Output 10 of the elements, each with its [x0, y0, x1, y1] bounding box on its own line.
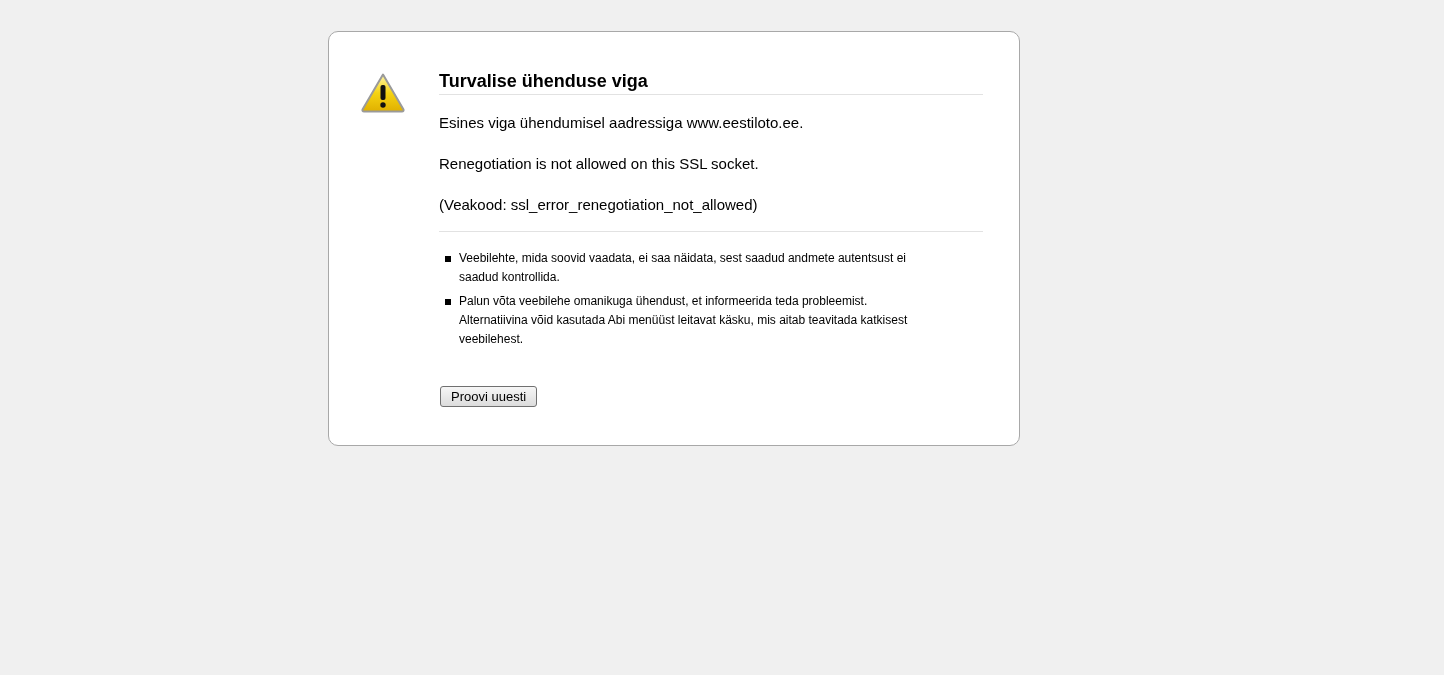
detail-text: Veebilehte, mida soovid vaadata, ei saa näidata, sest saadud andmete autentsust ei saadud kontrollida.	[459, 250, 907, 286]
bullet-icon	[445, 299, 451, 305]
bullet-icon	[445, 256, 451, 262]
warning-icon	[361, 73, 405, 113]
detail-text: Palun võta veebilehe omanikuga ühendust, et informeerida teda probleemist. Alternatiivina võid kasutada Abi menüüst leitavat käsku, mis aitab teavitada katkisest veebilehest.	[459, 293, 909, 348]
error-message: (Veakood: ssl_error_renegotiation_not_allowed)	[439, 195, 759, 215]
error-message: Renegotiation is not allowed on this SSL socket.	[439, 154, 760, 174]
error-message: Esines viga ühendumisel aadressiga www.eestiloto.ee.	[439, 113, 805, 133]
retry-button[interactable]: Proovi uuesti	[440, 386, 538, 407]
error-title: Turvalise ühenduse viga	[439, 70, 983, 95]
